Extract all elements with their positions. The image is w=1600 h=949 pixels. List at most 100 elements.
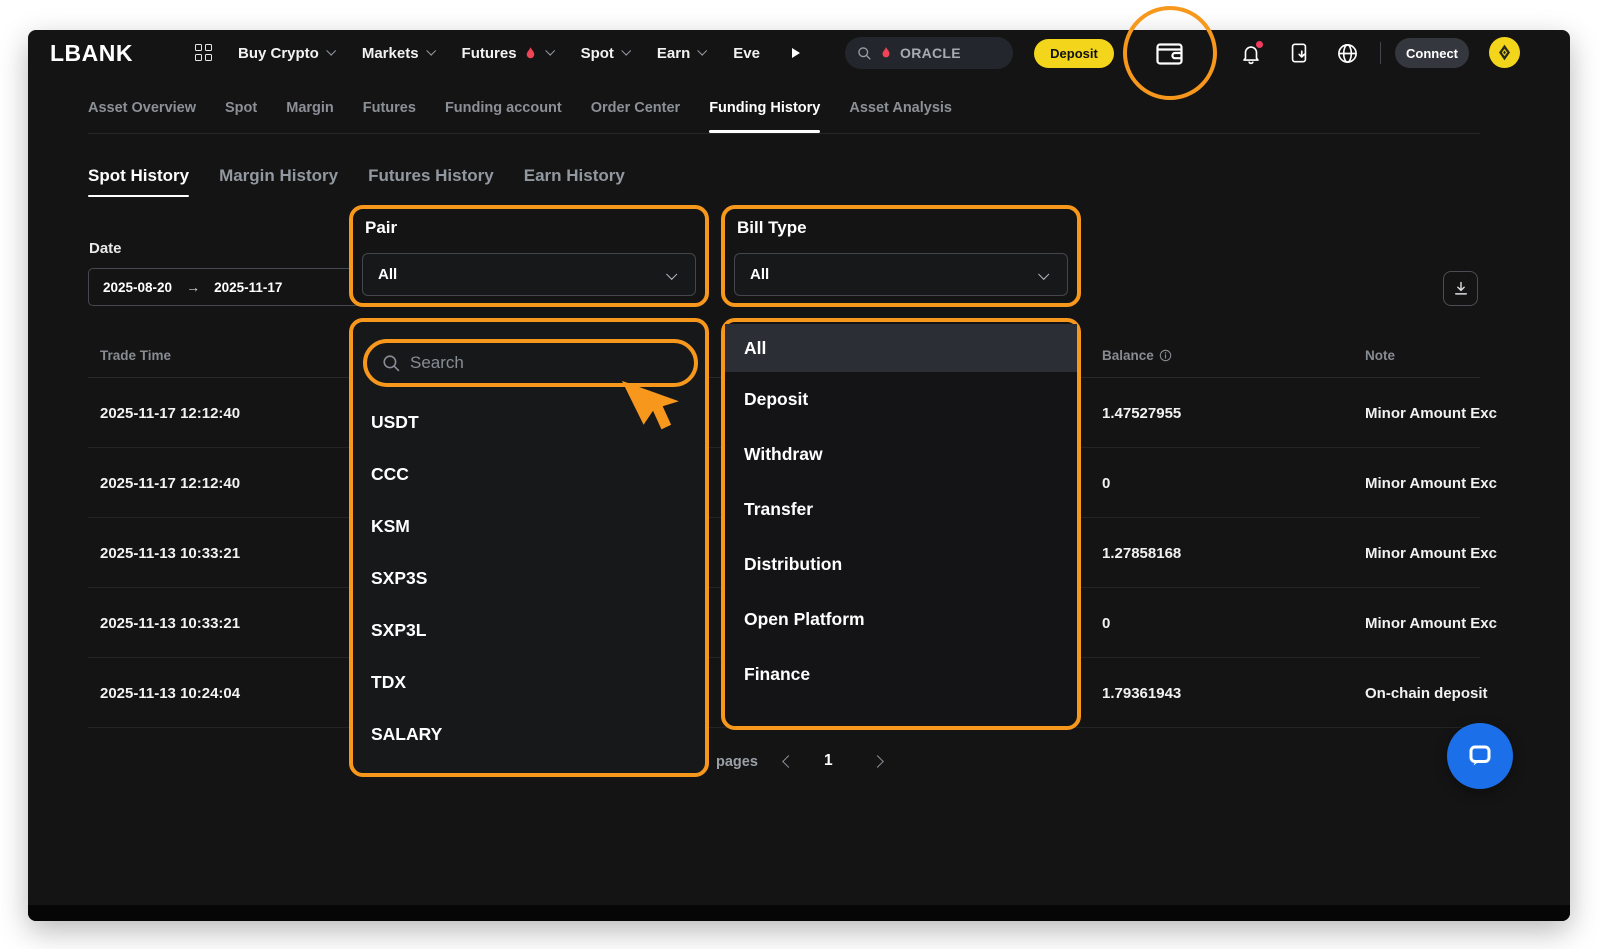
pair-selected-value: All: [378, 266, 397, 283]
tab-spot-history[interactable]: Spot History: [88, 166, 189, 186]
bill-option-open-platform[interactable]: Open Platform: [725, 592, 1077, 647]
trade-time-cell: 2025-11-13 10:33:21: [100, 518, 240, 588]
next-page-button[interactable]: [871, 755, 884, 768]
subnav-asset-analysis[interactable]: Asset Analysis: [849, 100, 952, 116]
pair-option-ccc[interactable]: CCC: [353, 448, 705, 500]
chevron-down-icon: [1038, 268, 1049, 279]
pages-label: pages: [716, 754, 758, 770]
tab-earn-history[interactable]: Earn History: [524, 166, 625, 186]
note-cell: Minor Amount Exc: [1365, 588, 1503, 658]
bill-option-deposit[interactable]: Deposit: [725, 372, 1077, 427]
chat-bubble-icon: [1464, 740, 1496, 772]
nav-earn[interactable]: Earn: [657, 45, 705, 62]
date-from-value[interactable]: 2025-08-20: [103, 280, 172, 295]
date-filter-label: Date: [89, 240, 122, 257]
pair-search-input[interactable]: [410, 353, 630, 373]
column-note: Note: [1365, 348, 1395, 363]
search-icon: [857, 46, 872, 61]
tab-margin-history[interactable]: Margin History: [219, 166, 338, 186]
trending-fire-icon: [879, 46, 893, 60]
pair-filter-highlight: Pair All: [349, 205, 709, 307]
nav-futures[interactable]: Futures: [462, 45, 553, 62]
deposit-button[interactable]: Deposit: [1034, 39, 1114, 68]
trade-time-cell: 2025-11-17 12:12:40: [100, 448, 240, 518]
apps-grid-icon[interactable]: [195, 44, 213, 62]
export-button[interactable]: [1443, 271, 1478, 306]
chevron-down-icon: [666, 268, 677, 279]
subnav-order-center[interactable]: Order Center: [591, 100, 680, 116]
column-balance: Balance: [1102, 348, 1172, 363]
balance-cell: 1.79361943: [1102, 658, 1181, 728]
bill-option-transfer[interactable]: Transfer: [725, 482, 1077, 537]
arrow-right-icon: →: [186, 279, 200, 295]
notification-badge: [1256, 41, 1263, 48]
search-placeholder-text: ORACLE: [900, 45, 961, 61]
subnav-margin[interactable]: Margin: [286, 100, 334, 116]
pair-option-ksm[interactable]: KSM: [353, 500, 705, 552]
globe-icon: [1336, 42, 1359, 65]
balance-cell: 1.47527955: [1102, 378, 1181, 448]
tab-futures-history[interactable]: Futures History: [368, 166, 494, 186]
bill-type-options: All Deposit Withdraw Transfer Distributi…: [725, 324, 1077, 702]
nav-scroll-right-icon[interactable]: [792, 48, 800, 58]
pair-select[interactable]: All: [362, 253, 696, 296]
language-button[interactable]: [1330, 36, 1364, 70]
nav-buy-crypto[interactable]: Buy Crypto: [238, 45, 334, 62]
chevron-down-icon: [326, 46, 336, 56]
app-download-icon: [1288, 41, 1310, 65]
download-icon: [1452, 280, 1470, 298]
asset-subnav: Asset Overview Spot Margin Futures Fundi…: [88, 90, 952, 126]
date-to-value[interactable]: 2025-11-17: [214, 280, 282, 295]
global-search-input[interactable]: ORACLE: [845, 37, 1013, 69]
date-range-picker[interactable]: 2025-08-20 → 2025-11-17: [88, 268, 380, 306]
note-cell: Minor Amount Exc: [1365, 378, 1503, 448]
balance-cell: 1.27858168: [1102, 518, 1181, 588]
app-download-button[interactable]: [1282, 36, 1316, 70]
chevron-down-icon: [698, 46, 708, 56]
pair-option-tdx[interactable]: TDX: [353, 656, 705, 708]
bill-type-selected-value: All: [750, 266, 769, 283]
user-avatar[interactable]: [1489, 37, 1520, 68]
fire-icon: [523, 46, 538, 61]
main-nav: Buy Crypto Markets Futures Spot Earn Eve: [238, 30, 800, 76]
subnav-futures[interactable]: Futures: [363, 100, 416, 116]
notifications-button[interactable]: [1234, 36, 1268, 70]
wallet-highlight-circle: [1123, 6, 1217, 100]
prev-page-button[interactable]: [782, 755, 795, 768]
subnav-funding-history[interactable]: Funding History: [709, 100, 820, 116]
pair-option-salary[interactable]: SALARY: [353, 708, 705, 760]
bill-type-select[interactable]: All: [734, 253, 1068, 296]
pair-option-sxp3s[interactable]: SXP3S: [353, 552, 705, 604]
note-cell: On-chain deposit: [1365, 658, 1503, 728]
info-icon[interactable]: [1159, 349, 1172, 362]
bill-option-finance[interactable]: Finance: [725, 647, 1077, 702]
subnav-funding-account[interactable]: Funding account: [445, 100, 562, 116]
balance-cell: 0: [1102, 448, 1110, 518]
subnav-divider: [88, 133, 1480, 134]
note-cell: Minor Amount Exc: [1365, 518, 1503, 588]
nav-events[interactable]: Eve: [733, 45, 760, 62]
avatar-logo-icon: [1497, 44, 1512, 61]
bill-option-distribution[interactable]: Distribution: [725, 537, 1077, 592]
trade-time-cell: 2025-11-13 10:24:04: [100, 658, 240, 728]
bill-option-withdraw[interactable]: Withdraw: [725, 427, 1077, 482]
chevron-down-icon: [545, 46, 555, 56]
support-chat-button[interactable]: [1447, 723, 1513, 789]
nav-spot[interactable]: Spot: [581, 45, 629, 62]
subnav-asset-overview[interactable]: Asset Overview: [88, 100, 196, 116]
pair-option-sxp3l[interactable]: SXP3L: [353, 604, 705, 656]
bill-option-all[interactable]: All: [725, 324, 1077, 372]
nav-markets[interactable]: Markets: [362, 45, 434, 62]
current-page[interactable]: 1: [824, 752, 833, 770]
lbank-logo: LBANK: [50, 40, 133, 67]
chevron-down-icon: [426, 46, 436, 56]
cursor-pointer-icon: [612, 356, 694, 438]
balance-cell: 0: [1102, 588, 1110, 658]
column-trade-time: Trade Time: [100, 348, 171, 363]
trade-time-cell: 2025-11-13 10:33:21: [100, 588, 240, 658]
connect-wallet-button[interactable]: Connect: [1395, 38, 1469, 68]
note-cell: Minor Amount Exc: [1365, 448, 1503, 518]
pagination: pages 1: [28, 748, 1570, 778]
bill-type-dropdown-menu: All Deposit Withdraw Transfer Distributi…: [721, 318, 1081, 730]
subnav-spot[interactable]: Spot: [225, 100, 257, 116]
